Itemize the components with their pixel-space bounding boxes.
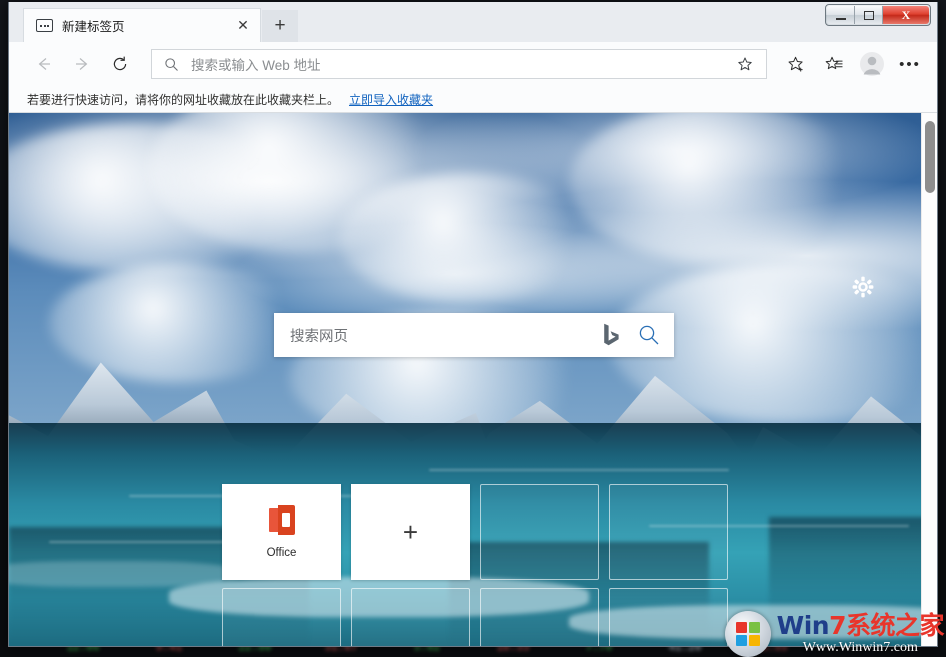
favorites-hint-text: 若要进行快速访问，请将你的网址收藏放在此收藏夹栏上。 [27, 92, 340, 107]
window-caption-buttons: X [825, 4, 931, 26]
cloud [339, 173, 599, 303]
search-icon [639, 325, 659, 345]
minimize-icon [835, 17, 846, 20]
star-outline-icon[interactable] [732, 56, 758, 72]
add-favorite-button[interactable] [777, 47, 815, 81]
tile-empty[interactable] [480, 484, 599, 580]
tile-office[interactable]: Office [222, 484, 341, 580]
tab-strip: 新建标签页 ✕ + [9, 2, 937, 42]
top-sites-tiles: Office + [222, 484, 730, 646]
import-favorites-link[interactable]: 立即导入收藏夹 [349, 91, 433, 108]
search-icon [164, 57, 179, 72]
maximize-button[interactable] [855, 6, 883, 24]
cloud [49, 263, 309, 383]
water-streak [429, 469, 729, 471]
tile-empty[interactable] [609, 484, 728, 580]
more-menu-button[interactable]: ••• [891, 47, 929, 81]
address-bar[interactable]: 搜索或输入 Web 地址 [151, 49, 767, 79]
bing-search-go-button[interactable] [638, 324, 660, 346]
tab-title: 新建标签页 [62, 20, 125, 34]
tile-label: Office [266, 547, 297, 559]
newtab-settings-button[interactable] [847, 271, 879, 303]
browser-window: X 新建标签页 ✕ + 搜索或输入 Web 地址 ••• 若要进行快速访问，请将… [8, 2, 938, 647]
address-input-placeholder: 搜索或输入 Web 地址 [191, 58, 321, 73]
tile-empty[interactable] [480, 588, 599, 646]
favorites-bar: 若要进行快速访问，请将你的网址收藏放在此收藏夹栏上。 立即导入收藏夹 [9, 86, 937, 113]
forward-button[interactable] [63, 47, 101, 81]
tab-close-button[interactable]: ✕ [232, 15, 254, 37]
close-icon: X [901, 7, 911, 22]
tile-empty[interactable] [609, 588, 728, 646]
desktop-background: 15.78 11.26 18.91 16.06 11.80 6.36 6.90 … [0, 0, 946, 657]
tile-empty[interactable] [222, 588, 341, 646]
water-streak [49, 541, 249, 543]
refresh-button[interactable] [101, 47, 139, 81]
shoreline-foam [9, 561, 239, 587]
office-logo-icon [268, 505, 295, 535]
tile-empty[interactable] [351, 588, 470, 646]
bing-logo-icon [603, 323, 620, 348]
close-button[interactable]: X [883, 6, 929, 24]
new-tab-page-icon [36, 19, 53, 32]
gear-icon [852, 276, 874, 298]
tab-new-tab-page[interactable]: 新建标签页 ✕ [23, 8, 261, 42]
scrollbar-thumb[interactable] [925, 121, 935, 193]
navigation-toolbar: 搜索或输入 Web 地址 ••• [9, 42, 937, 86]
maximize-icon [863, 10, 874, 20]
new-tab-page: 搜索网页 Office + [9, 113, 937, 646]
favorites-hub-button[interactable] [815, 47, 853, 81]
profile-button[interactable] [853, 47, 891, 81]
minimize-button[interactable] [827, 6, 855, 24]
new-tab-button[interactable]: + [262, 10, 298, 42]
bing-search-input[interactable]: 搜索网页 [290, 325, 603, 346]
back-button[interactable] [25, 47, 63, 81]
bing-search-box[interactable]: 搜索网页 [274, 313, 674, 357]
plus-icon: + [402, 517, 419, 547]
page-scrollbar[interactable] [921, 113, 937, 646]
tile-add-site[interactable]: + [351, 484, 470, 580]
